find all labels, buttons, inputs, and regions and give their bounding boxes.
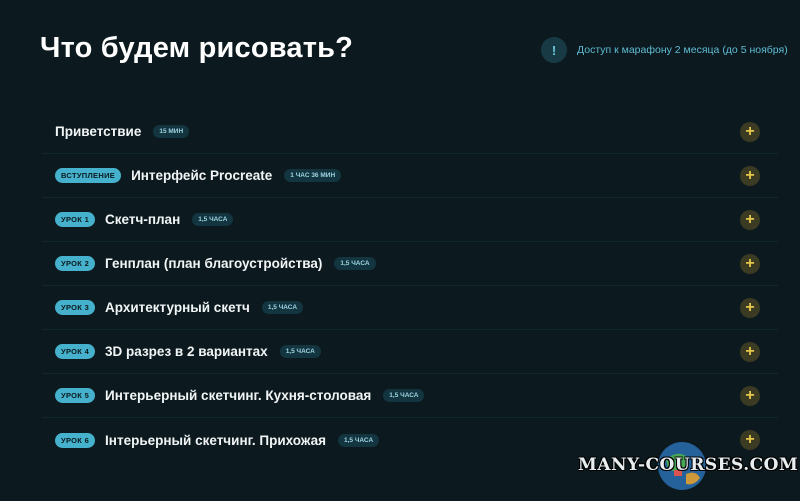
lesson-title: Архитектурный скетч: [105, 300, 250, 315]
expand-plus-icon[interactable]: +: [740, 341, 760, 362]
lesson-duration: 1,5 часа: [337, 433, 380, 447]
lesson-duration: 1,5 часа: [334, 257, 376, 270]
expand-plus-icon[interactable]: +: [740, 297, 760, 318]
exclamation-icon: !: [541, 37, 567, 63]
lesson-tag: Вступление: [55, 168, 122, 183]
expand-plus-icon[interactable]: +: [740, 165, 760, 186]
expand-plus-icon[interactable]: +: [740, 121, 760, 142]
lesson-tag: Урок 2: [55, 256, 96, 271]
lesson-tag: Урок 1: [55, 212, 96, 227]
access-info: ! Доступ к марафону 2 месяца (до 5 ноябр…: [541, 37, 788, 63]
lesson-duration: 1,5 часа: [279, 345, 321, 358]
lesson-duration: 1,5 часа: [192, 213, 234, 226]
lesson-duration: 1,5 часа: [383, 389, 425, 402]
lesson-tag: Урок 6: [55, 432, 96, 448]
lesson-duration: 1 час 36 мин: [284, 169, 342, 182]
lesson-tag: Урок 3: [55, 300, 96, 315]
watermark-text: MANY-COURSES.COM: [578, 455, 799, 475]
lesson-row[interactable]: Урок 1 Скетч-план 1,5 часа +: [42, 198, 778, 242]
page-title: Что будем рисовать?: [40, 32, 354, 64]
lesson-duration: 15 мин: [153, 125, 190, 138]
lesson-title: Интерфейс Procreate: [131, 168, 273, 183]
lesson-row[interactable]: Урок 3 Архитектурный скетч 1,5 часа +: [42, 286, 778, 330]
lesson-row[interactable]: Приветствие 15 мин +: [42, 110, 778, 154]
lesson-title: Інтерьерный скетчинг. Прихожая: [105, 432, 326, 448]
lesson-title: 3D разрез в 2 вариантах: [105, 344, 268, 359]
lesson-title: Интерьерный скетчинг. Кухня-столовая: [105, 388, 372, 403]
lesson-row[interactable]: Урок 4 3D разрез в 2 вариантах 1,5 часа …: [42, 330, 778, 374]
lesson-title: Генплан (план благоустройства): [105, 256, 323, 271]
lesson-title: Приветствие: [55, 124, 142, 139]
access-info-text: Доступ к марафону 2 месяца (до 5 ноября): [577, 44, 788, 56]
expand-plus-icon[interactable]: +: [740, 209, 760, 230]
lesson-row[interactable]: Урок 2 Генплан (план благоустройства) 1,…: [42, 242, 778, 286]
lesson-title: Скетч-план: [105, 212, 181, 227]
lesson-list: Приветствие 15 мин + Вступление Интерфей…: [42, 110, 778, 462]
expand-plus-icon[interactable]: +: [740, 430, 760, 450]
lesson-row[interactable]: Урок 5 Интерьерный скетчинг. Кухня-столо…: [42, 374, 778, 418]
lesson-duration: 1,5 часа: [261, 301, 304, 314]
lesson-tag: Урок 4: [55, 344, 96, 359]
expand-plus-icon[interactable]: +: [740, 253, 760, 274]
lesson-row[interactable]: Вступление Интерфейс Procreate 1 час 36 …: [42, 154, 778, 198]
lesson-tag: Урок 5: [55, 388, 96, 403]
expand-plus-icon[interactable]: +: [740, 385, 760, 406]
